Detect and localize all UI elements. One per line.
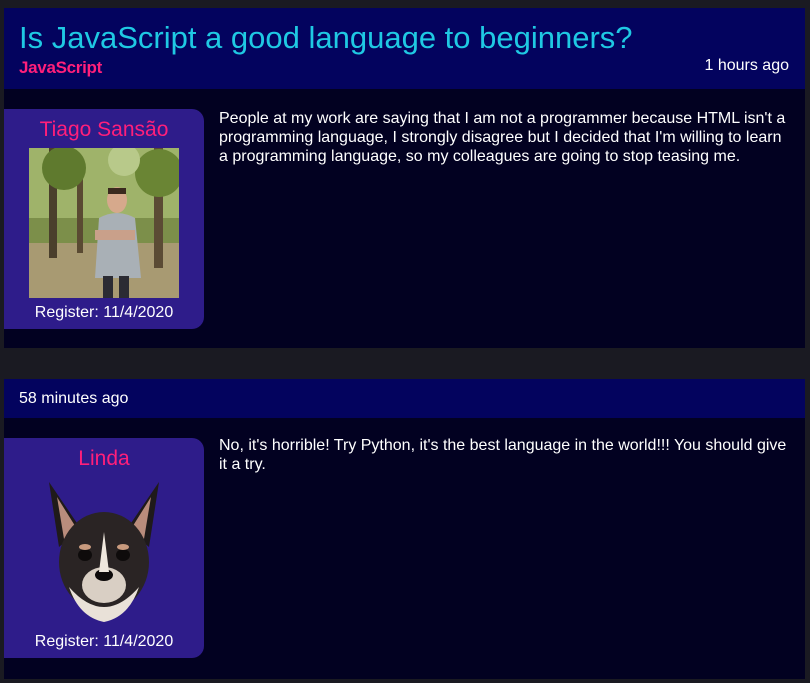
person-photo-icon (29, 148, 179, 298)
author-register-date: Register: 11/4/2020 (34, 304, 174, 321)
avatar (29, 477, 179, 627)
reply-post: 58 minutes ago Linda Register: 11/4/2020 (4, 379, 805, 679)
author-card: Tiago Sansão Register: 11/4/2020 (4, 109, 204, 329)
topic-post: Is JavaScript a good language to beginne… (4, 8, 805, 348)
avatar (29, 148, 179, 298)
topic-title: Is JavaScript a good language to beginne… (19, 20, 633, 55)
reply-body: No, it's horrible! Try Python, it's the … (219, 437, 787, 473)
author-card: Linda Register: 11/4/2020 (4, 438, 204, 658)
topic-header: Is JavaScript a good language to beginne… (4, 8, 805, 89)
dog-photo-icon (49, 482, 159, 622)
topic-timestamp: 1 hours ago (704, 57, 789, 74)
reply-timestamp: 58 minutes ago (19, 390, 129, 407)
topic-category-link[interactable]: JavaScript (19, 58, 102, 78)
topic-body: People at my work are saying that I am n… (219, 110, 786, 165)
author-name[interactable]: Tiago Sansão (4, 118, 204, 142)
author-name[interactable]: Linda (4, 447, 204, 471)
reply-header: 58 minutes ago (4, 379, 805, 418)
author-register-date: Register: 11/4/2020 (34, 633, 174, 650)
